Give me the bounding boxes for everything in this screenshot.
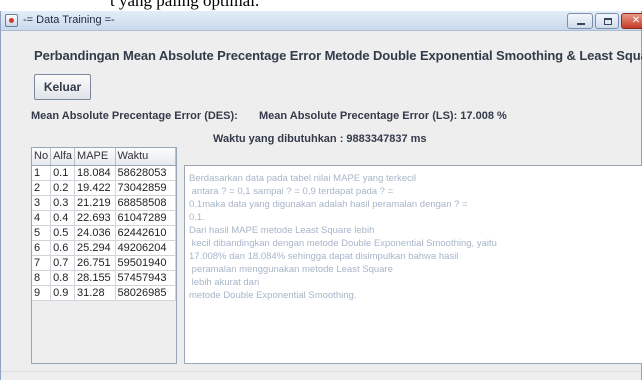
training-table: No Alfa MAPE Waktu 1 0.1 18.084 58628053 20… — [32, 148, 176, 301]
column-header-alfa[interactable]: Alfa — [50, 148, 76, 166]
table-row[interactable]: 3 0.3 21.219 68858508 — [32, 195, 176, 211]
table-header-row: No Alfa MAPE Waktu — [32, 148, 176, 166]
minimize-button[interactable] — [567, 13, 593, 29]
cell-alfa[interactable]: 0.1 — [50, 165, 76, 181]
cell-waktu[interactable]: 68858508 — [115, 195, 176, 211]
result-line: antara ? = 0,1 sampai ? = 0,9 terdapat p… — [189, 186, 394, 197]
cell-mape[interactable]: 26.751 — [74, 255, 116, 271]
cell-no[interactable]: 1 — [32, 165, 52, 181]
table-row[interactable]: 9 0.9 31.28 58026985 — [32, 285, 176, 301]
column-header-waktu[interactable]: Waktu — [115, 148, 176, 166]
cell-waktu[interactable]: 73042859 — [115, 180, 176, 196]
close-button[interactable]: ✕ — [621, 13, 642, 29]
cell-no[interactable]: 8 — [32, 270, 52, 286]
application-window: -= Data Training =- ✕ Perbandingan Mean … — [0, 11, 642, 380]
cell-alfa[interactable]: 0.9 — [50, 285, 76, 301]
cell-alfa[interactable]: 0.4 — [50, 210, 76, 226]
cell-mape[interactable]: 19.422 — [74, 180, 116, 196]
table-row[interactable]: 7 0.7 26.751 59501940 — [32, 255, 176, 271]
window-bottom-divider — [1, 371, 641, 372]
cell-alfa[interactable]: 0.2 — [50, 180, 76, 196]
cell-alfa[interactable]: 0.8 — [50, 270, 76, 286]
result-line: metode Double Exponential Smoothing. — [189, 290, 357, 301]
cell-waktu[interactable]: 62442610 — [115, 225, 176, 241]
keluar-button[interactable]: Keluar — [34, 74, 91, 100]
close-icon: ✕ — [631, 15, 641, 26]
elapsed-time-label: Waktu yang dibutuhkan : 9883347837 ms — [213, 133, 427, 145]
window-title: -= Data Training =- — [23, 14, 115, 26]
mape-des-label: Mean Absolute Precentage Error (DES): — [31, 110, 238, 122]
table-row[interactable]: 6 0.6 25.294 49206204 — [32, 240, 176, 256]
result-line: lebih akurat dari — [189, 277, 260, 288]
result-line: Dari hasil MAPE metode Least Square lebi… — [189, 225, 375, 236]
cell-alfa[interactable]: 0.7 — [50, 255, 76, 271]
cell-mape[interactable]: 18.084 — [74, 165, 116, 181]
table-row[interactable]: 8 0.8 28.155 57457943 — [32, 270, 176, 286]
result-line: 17.008% dan 18.084% sehingga dapat disim… — [189, 251, 459, 262]
table-row[interactable]: 1 0.1 18.084 58628053 — [32, 165, 176, 181]
cell-alfa[interactable]: 0.3 — [50, 195, 76, 211]
cell-mape[interactable]: 21.219 — [74, 195, 116, 211]
cell-mape[interactable]: 28.155 — [74, 270, 116, 286]
cell-no[interactable]: 7 — [32, 255, 52, 271]
document-caption-fragment: t yang paling optimal. — [0, 0, 642, 11]
cell-waktu[interactable]: 58026985 — [115, 285, 176, 301]
result-line: 0.1maka data yang digunakan adalah hasil… — [189, 199, 468, 210]
cell-no[interactable]: 5 — [32, 225, 52, 241]
column-header-no[interactable]: No — [32, 148, 52, 166]
cell-waktu[interactable]: 49206204 — [115, 240, 176, 256]
maximize-icon — [604, 18, 612, 25]
page-title: Perbandingan Mean Absolute Precentage Er… — [34, 48, 642, 63]
minimize-icon — [577, 23, 585, 25]
title-bar[interactable]: -= Data Training =- ✕ — [1, 11, 642, 31]
cell-waktu[interactable]: 58628053 — [115, 165, 176, 181]
cell-alfa[interactable]: 0.6 — [50, 240, 76, 256]
cell-mape[interactable]: 31.28 — [74, 285, 116, 301]
cell-no[interactable]: 4 — [32, 210, 52, 226]
cell-mape[interactable]: 24.036 — [74, 225, 116, 241]
cell-no[interactable]: 9 — [32, 285, 52, 301]
mape-ls-label: Mean Absolute Precentage Error (LS): 17.… — [259, 110, 507, 122]
column-header-mape[interactable]: MAPE — [74, 148, 116, 166]
cell-alfa[interactable]: 0.5 — [50, 225, 76, 241]
result-line: kecil dibandingkan dengan metode Double … — [189, 238, 497, 249]
training-table-scrollpane[interactable]: No Alfa MAPE Waktu 1 0.1 18.084 58628053 20… — [31, 147, 177, 364]
maximize-button[interactable] — [595, 13, 619, 29]
table-row[interactable]: 5 0.5 24.036 62442610 — [32, 225, 176, 241]
cell-waktu[interactable]: 59501940 — [115, 255, 176, 271]
result-line: Berdasarkan data pada tabel nilai MAPE y… — [189, 173, 417, 184]
result-line: peramalan menggunakan metode Least Squar… — [189, 264, 393, 275]
cell-mape[interactable]: 22.693 — [74, 210, 116, 226]
cell-waktu[interactable]: 61047289 — [115, 210, 176, 226]
cell-no[interactable]: 2 — [32, 180, 52, 196]
table-row[interactable]: 4 0.4 22.693 61047289 — [32, 210, 176, 226]
cell-no[interactable]: 6 — [32, 240, 52, 256]
result-line: 0.1. — [189, 212, 205, 223]
java-app-icon — [5, 14, 18, 27]
cell-no[interactable]: 3 — [32, 195, 52, 211]
cell-waktu[interactable]: 57457943 — [115, 270, 176, 286]
cell-mape[interactable]: 25.294 — [74, 240, 116, 256]
result-text-area[interactable]: Berdasarkan data pada tabel nilai MAPE y… — [184, 165, 642, 364]
table-row[interactable]: 2 0.2 19.422 73042859 — [32, 180, 176, 196]
